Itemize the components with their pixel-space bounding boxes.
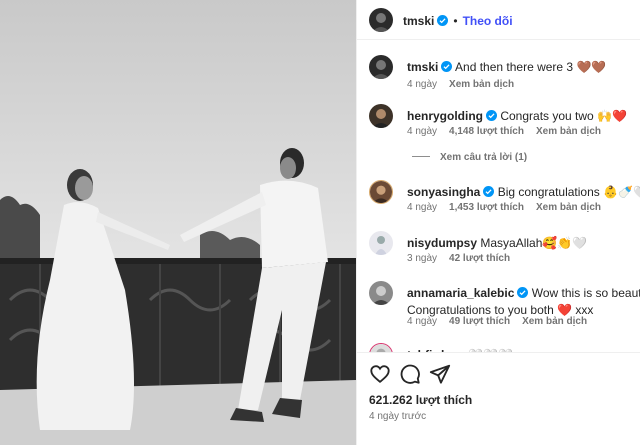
caption-time: 4 ngày [407,79,438,90]
view-replies-label: Xem câu trả lời (1) [440,152,528,163]
comment-text: Wow this is so beautiful 🥹 [531,286,640,300]
commenter-username[interactable]: henrygolding [407,109,483,123]
comment-time: 4 ngày [407,126,438,137]
comment-likes[interactable]: 42 lượt thích [449,253,510,264]
commenter-avatar[interactable] [369,281,393,305]
comments-panel: tmski • Theo dõi tmski And then there were… [356,0,640,445]
comment-time: 3 ngày [407,253,438,264]
comment-text: Congrats you two 🙌❤️ [500,109,627,123]
translate-link[interactable]: Xem bản dịch [536,202,601,213]
replies-line [412,156,430,157]
comment-likes[interactable]: 49 lượt thích [449,316,510,327]
heart-icon[interactable] [369,363,391,385]
post-header: tmski • Theo dõi [357,0,640,40]
view-replies-button[interactable]: Xem câu trả lời (1) [412,152,527,163]
author-username[interactable]: tmski [403,14,434,28]
likes-count[interactable]: 621.262 lượt thích [369,393,472,407]
verified-badge-icon [441,61,453,72]
comment-time: 4 ngày [407,202,438,213]
commenter-username[interactable]: annamaria_kalebic [407,286,514,300]
commenter-avatar[interactable] [369,104,393,128]
verified-badge-icon [483,186,495,197]
share-icon[interactable] [429,363,451,385]
verified-badge-icon [486,110,497,121]
author-avatar[interactable] [369,55,393,79]
follow-button[interactable]: Theo dõi [463,14,513,28]
comment-text: Big congratulations 👶🍼🤍 [497,185,640,199]
commenter-username[interactable]: nisydumpsy [407,236,477,250]
translate-link[interactable]: Xem bản dịch [522,316,587,327]
comment-likes[interactable]: 1,453 lượt thích [449,202,524,213]
comment-text: MasyaAllah🥰👏🤍 [480,236,588,250]
commenter-avatar[interactable] [369,231,393,255]
caption-text: And then there were 3 🤎🤎 [455,60,607,74]
commenter-username[interactable]: sonyasingha [407,185,480,199]
translate-link[interactable]: Xem bản dịch [536,126,601,137]
post-time: 4 ngày trước [369,411,427,422]
commenter-avatar[interactable] [369,180,393,204]
comment-likes[interactable]: 4,148 lượt thích [449,126,524,137]
verified-badge-icon [437,15,449,26]
translate-link[interactable]: Xem bản dịch [449,79,514,90]
author-avatar[interactable] [369,8,393,32]
post-actions: 621.262 lượt thích 4 ngày trước [357,352,640,445]
verified-badge-icon [517,287,529,298]
comment-time: 4 ngày [407,316,438,327]
comment-text-line2: Congratulations to you both ❤️ xxx [407,303,594,317]
comment-icon[interactable] [399,363,421,385]
separator-dot: • [453,14,458,28]
caption-username[interactable]: tmski [407,60,438,74]
post-photo[interactable] [0,0,356,445]
